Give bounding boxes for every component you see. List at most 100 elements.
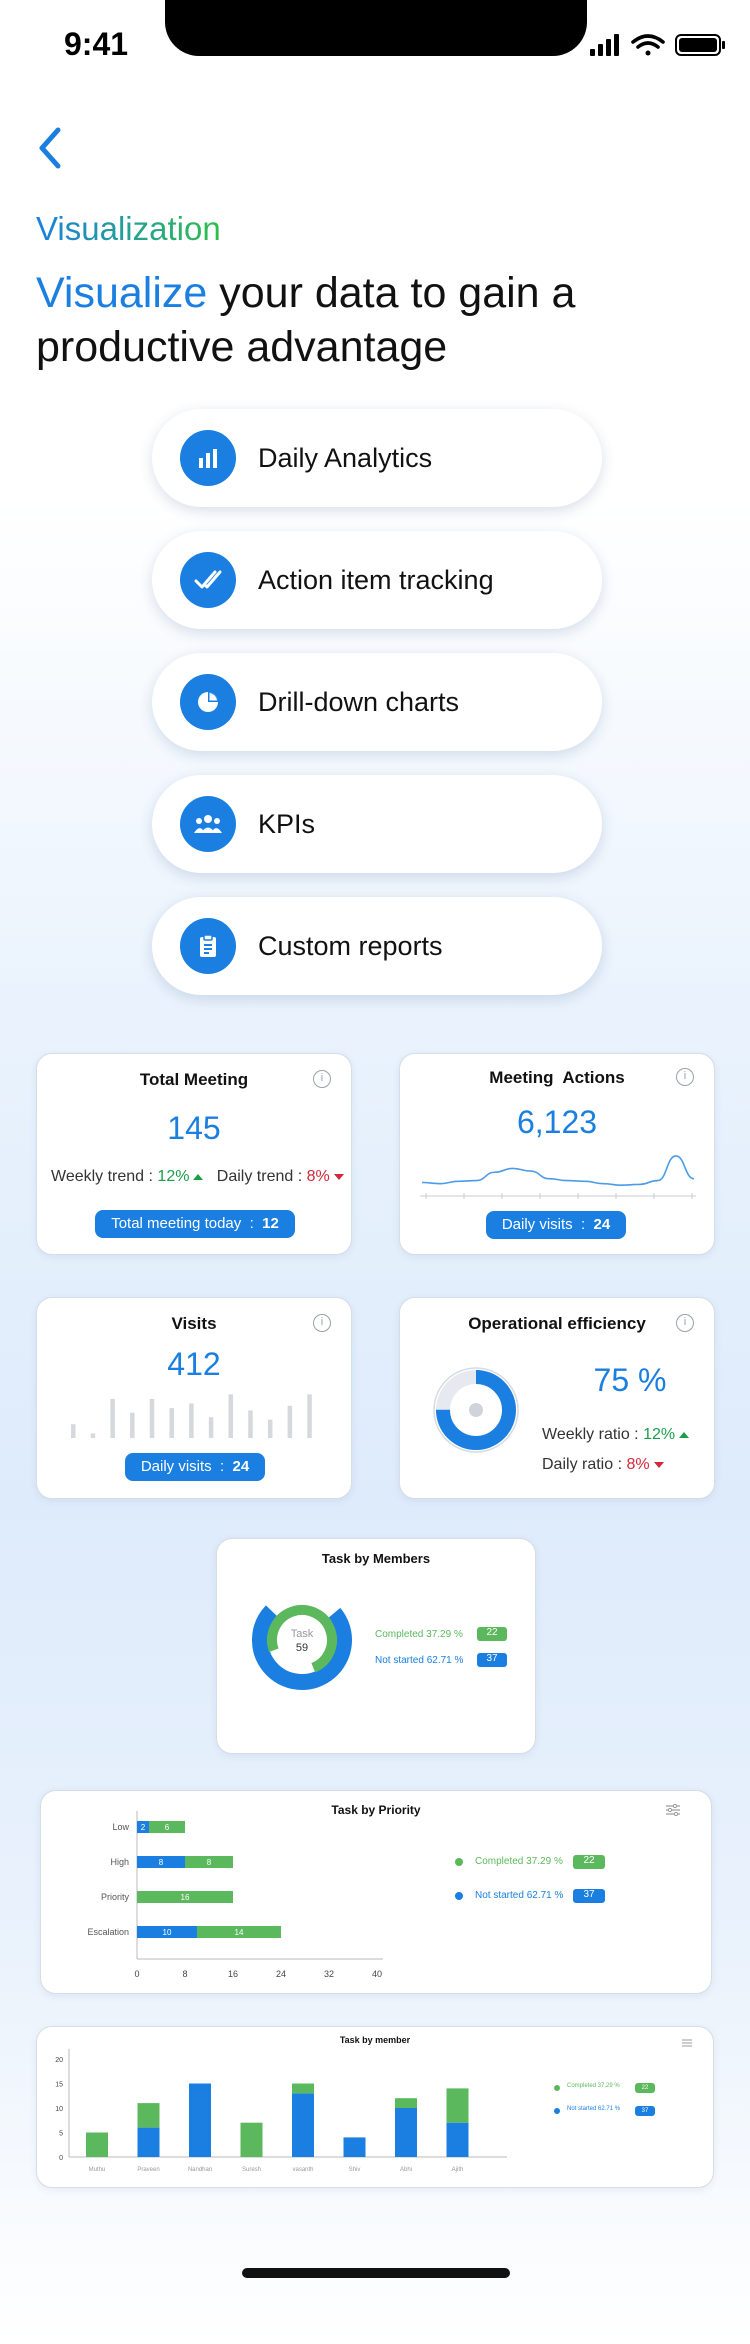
badge-label: Daily visits [501,1216,573,1233]
daily-ratio-label: Daily ratio [542,1456,614,1473]
visits-mini-bar [189,1403,194,1438]
card-title: Visits [171,1314,217,1333]
x-tick-label: 24 [276,1969,286,1979]
chevron-left-icon [39,127,61,169]
efficiency-ring [433,1367,519,1453]
operational-efficiency-card[interactable]: Operational efficiency i 75 % Weekly rat… [399,1297,715,1499]
device-notch [165,0,587,56]
visits-mini-bars [71,1394,312,1438]
efficiency-value: 75 % [593,1362,667,1398]
weekly-ratio-row: Weekly ratio : 12% [542,1426,690,1444]
visits-mini-bar [71,1424,76,1438]
meeting-actions-value: 6,123 [516,1104,598,1140]
notstarted-dot [554,2108,560,2114]
x-tick-label: 40 [372,1969,382,1979]
wifi-icon [631,34,665,56]
daily-visits-badge: Daily visits : 24 [125,1453,265,1481]
bar-segment [446,2122,469,2157]
category-label: Shiv [349,2167,361,2173]
trend-row: Weekly trend : 12% Daily trend : 8% [51,1168,344,1186]
trend-up-icon [193,1173,204,1180]
people-group-icon [180,796,236,852]
category-label: vasanth [292,2167,313,2173]
priority-bar-chart: 0 8 16 24 32 40 Low 2 6 High 8 8 Priority 16 Escalatio… [87,1811,383,1979]
notstarted-legend-label: Not started 62.71 % [567,2106,621,2112]
y-tick-label: 0 [59,2155,63,2162]
feature-daily-analytics[interactable]: Daily Analytics [152,409,602,507]
feature-custom-reports[interactable]: Custom reports [152,897,602,995]
bar-segment [189,2083,211,2157]
info-icon[interactable]: i [313,1314,331,1332]
notstarted-legend-label: Not started 62.71 % [375,1655,464,1666]
visits-value: 412 [167,1346,221,1382]
feature-label: Drill-down charts [258,686,460,717]
category-label: Suresh [242,2167,261,2173]
bar-value-label: 2 [141,1823,146,1832]
category-label: Abhi [400,2167,412,2173]
y-tick-label: 5 [59,2131,63,2138]
visits-mini-bar [110,1398,115,1438]
status-icons [588,30,728,60]
weekly-trend-label: Weekly trend [51,1168,145,1185]
page-headline: Visualize your data to gain a productive… [36,266,676,374]
bar-value-label: 14 [235,1928,244,1937]
visits-mini-bar [208,1417,214,1438]
visits-mini-bar [267,1419,273,1438]
feature-drill-down-charts[interactable]: Drill-down charts [152,653,602,751]
bar-segment [86,2132,108,2157]
section-kicker: Visualization [36,210,221,247]
feature-label: KPIs [258,808,316,839]
total-meeting-card[interactable]: Total Meeting i 145 Weekly trend : 12% D… [36,1053,352,1255]
bar-segment [292,2093,314,2157]
feature-kpis[interactable]: KPIs [152,775,602,873]
x-tick-label: 0 [134,1969,139,1979]
category-label: Priority [101,1892,130,1902]
completed-dot [554,2085,560,2091]
battery-icon [675,34,725,56]
bar-segment [343,2137,366,2157]
task-members-donut: Task 59 [252,1590,352,1690]
trend-up-icon [679,1431,690,1438]
bar-segment [240,2122,263,2157]
completed-count-chip: 22 [477,1627,507,1641]
bar-segment [292,2083,314,2094]
x-tick-label: 16 [228,1969,238,1979]
task-by-members-card[interactable]: Task by Members Task 59 Completed 37.29 … [216,1538,536,1754]
badge-value: 12 [262,1215,279,1232]
visits-mini-bar [287,1405,293,1438]
trend-down-icon [333,1173,344,1180]
feature-label: Action item tracking [258,564,494,595]
notstarted-legend-label: Not started 62.71 % [475,1890,564,1901]
category-label: High [110,1857,129,1867]
info-icon[interactable]: i [313,1070,331,1088]
trend-down-icon [653,1461,664,1468]
completed-legend-label: Completed 37.29 % [567,2083,620,2089]
x-tick-label: 32 [324,1969,334,1979]
feature-action-item-tracking[interactable]: Action item tracking [152,531,602,629]
task-by-priority-card[interactable]: Task by Priority 0 8 16 24 32 40 Low 2 6 High 8 8 Pr… [40,1790,712,1994]
visits-mini-bar [307,1394,312,1438]
cellular-signal-icon [590,34,619,56]
bar-value-label: 8 [159,1858,164,1867]
total-meeting-value: 145 [167,1110,221,1146]
visits-mini-bar [90,1433,96,1438]
category-label: Ajith [452,2167,464,2173]
visits-card[interactable]: Visits i 412 Daily visits : 24 [36,1297,352,1499]
home-indicator[interactable] [242,2268,510,2278]
card-title: Operational efficiency [468,1314,646,1333]
completed-legend-label: Completed 37.29 % [375,1629,463,1640]
task-by-member-card[interactable]: Task by member 0 5 10 15 20 Muthu Praveen Nandh… [36,2026,714,2188]
card-title: Task by Members [321,1551,431,1566]
meeting-actions-card[interactable]: Meeting Actions i 6,123 Daily visits : 2… [399,1053,715,1255]
back-button[interactable] [32,124,68,172]
clipboard-icon [180,918,236,974]
bar-value-label: 8 [207,1858,212,1867]
info-icon[interactable]: i [676,1068,694,1086]
info-icon[interactable]: i [676,1314,694,1332]
visits-mini-bar [248,1410,253,1438]
badge-value: 24 [593,1216,611,1233]
bar-segment [395,2098,417,2108]
x-tick-label: 8 [182,1969,187,1979]
category-label: Muthu [89,2167,106,2173]
daily-ratio-row: Daily ratio : 8% [542,1456,664,1474]
